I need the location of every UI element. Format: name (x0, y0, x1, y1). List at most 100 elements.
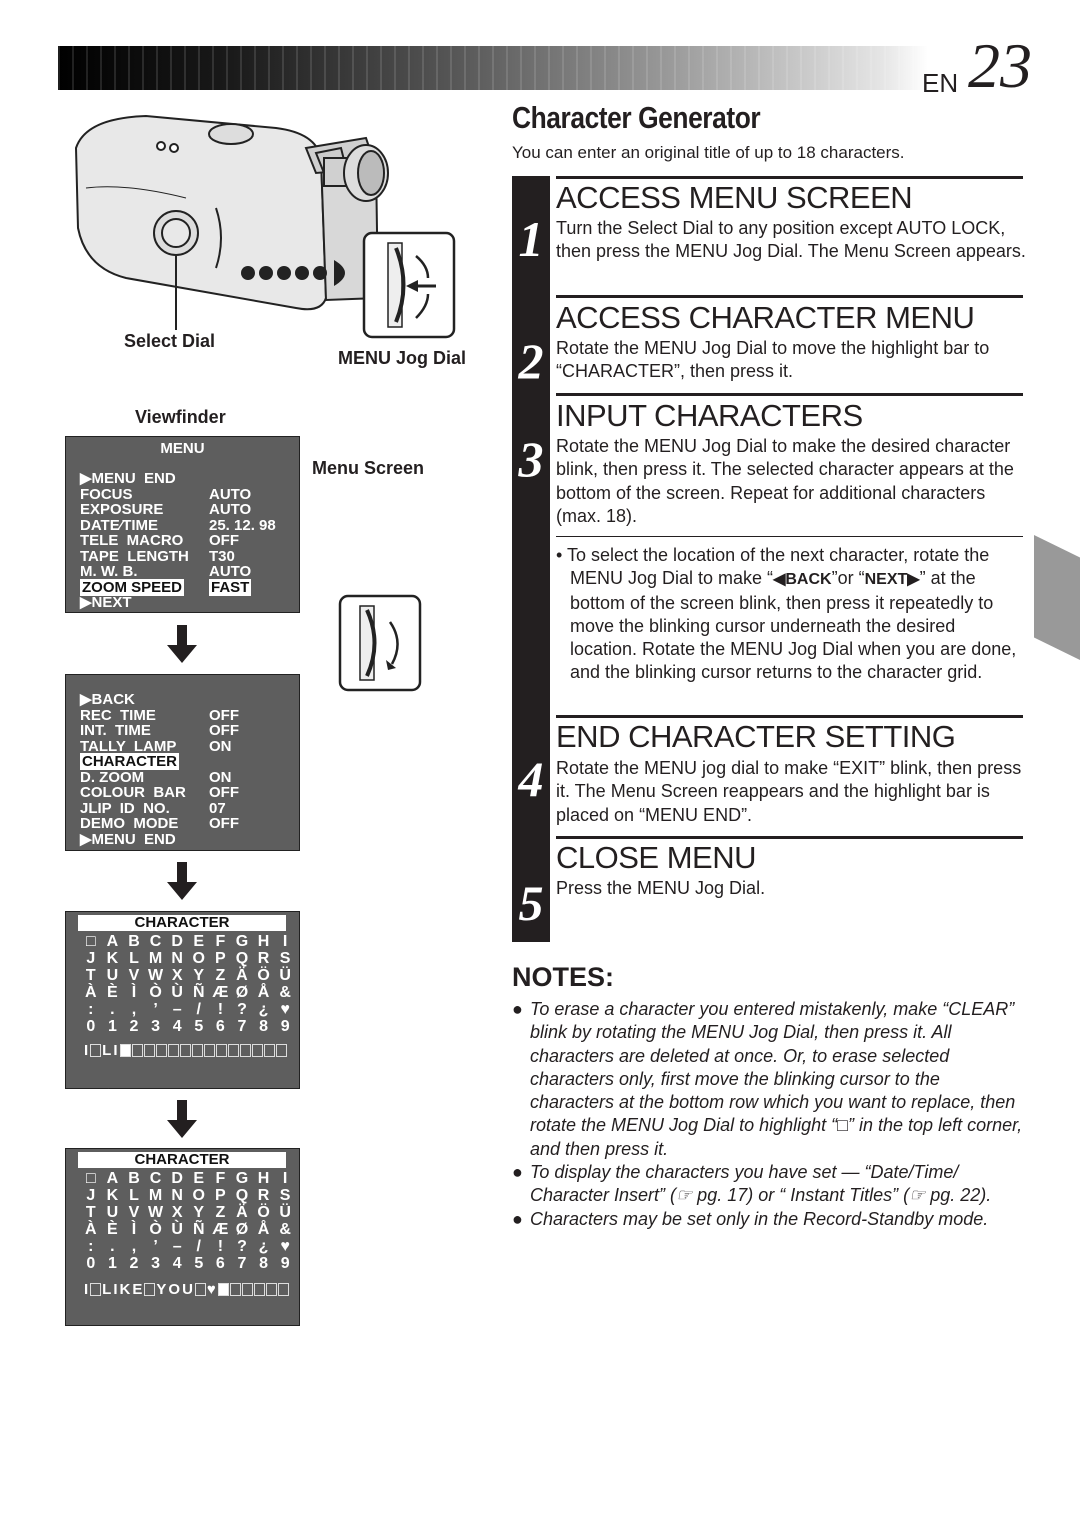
osd-character-cell[interactable]: ! (210, 1238, 232, 1255)
osd-character-cell[interactable]: Ü (274, 1204, 296, 1221)
osd-character-cell[interactable]: R (253, 1187, 275, 1204)
osd-character-cell[interactable]: Æ (210, 984, 232, 1001)
osd-next-option[interactable]: NEXT▶ (97, 1339, 149, 1356)
osd-character-cell[interactable]: Y (188, 967, 210, 984)
osd-character-cell[interactable]: E (188, 933, 210, 950)
osd-character-cell[interactable]: N (166, 950, 188, 967)
osd-character-cell[interactable]: A (102, 933, 124, 950)
osd-character-cell[interactable]: ♥ (274, 1238, 296, 1255)
osd-character-cell[interactable]: H (253, 933, 275, 950)
osd-menu-item[interactable]: FOCUS (80, 486, 133, 503)
osd-character-cell[interactable]: F (210, 1170, 232, 1187)
osd-character-cell[interactable]: Q (231, 950, 253, 967)
osd-character-cell[interactable]: W (145, 967, 167, 984)
osd-character-cell[interactable]: L (123, 1187, 145, 1204)
osd-character-cell[interactable]: U (102, 1204, 124, 1221)
osd-menu-item[interactable]: M. W. B. (80, 564, 138, 580)
osd-character-cell[interactable]: 5 (188, 1018, 210, 1035)
osd-character-cell[interactable]: Ò (145, 984, 167, 1001)
osd-character-cell[interactable]: Ì (123, 984, 145, 1001)
osd-character-cell[interactable]: ? (231, 1238, 253, 1255)
osd-menu-item[interactable]: ▶MENU END (80, 831, 176, 848)
osd-exit-option[interactable]: EXIT (97, 1117, 130, 1134)
osd-exit-option[interactable]: EXIT (97, 1355, 130, 1372)
osd-menu-item[interactable]: ▶NEXT (80, 595, 132, 611)
osd-character-cell[interactable]: K (102, 950, 124, 967)
osd-character-cell[interactable]: 7 (231, 1018, 253, 1035)
osd-character-cell[interactable]: K (102, 1187, 124, 1204)
osd-character-cell[interactable]: 0 (80, 1255, 102, 1272)
osd-character-cell[interactable]: Ò (145, 1221, 167, 1238)
osd-character-cell[interactable]: R (253, 950, 275, 967)
osd-character-cell[interactable]: A (102, 1170, 124, 1187)
osd-character-cell[interactable]: 4 (166, 1018, 188, 1035)
osd-menu-item[interactable]: ZOOM SPEED (80, 578, 185, 596)
osd-character-cell[interactable]: 9 (274, 1018, 296, 1035)
osd-character-cell[interactable]: H (253, 1170, 275, 1187)
osd-menu-item[interactable]: D. ZOOM (80, 769, 144, 786)
osd-menu-item[interactable]: TAPE LENGTH (80, 548, 189, 565)
osd-character-cell[interactable]: . (102, 1238, 124, 1255)
osd-character-cell[interactable]: Ü (274, 967, 296, 984)
osd-character-cell[interactable]: 5 (188, 1255, 210, 1272)
osd-character-cell[interactable]: ’ (145, 1001, 167, 1018)
osd-character-cell[interactable]: Ñ (188, 1221, 210, 1238)
osd-character-cell[interactable]: T (80, 967, 102, 984)
osd-character-cell[interactable]: V (123, 1204, 145, 1221)
osd-character-cell[interactable]: 3 (145, 1255, 167, 1272)
osd-character-cell[interactable]: B (123, 1170, 145, 1187)
osd-character-cell[interactable]: Ä (231, 967, 253, 984)
osd-character-cell[interactable]: Z (210, 967, 232, 984)
osd-character-cell[interactable]: 9 (274, 1255, 296, 1272)
osd-character-cell[interactable]: 0 (80, 1018, 102, 1035)
osd-character-cell[interactable]: ! (210, 1001, 232, 1018)
osd-character-cell[interactable]: O (188, 1187, 210, 1204)
osd-clear-option[interactable]: CLEAR (130, 1355, 182, 1372)
osd-character-cell[interactable]: X (166, 1204, 188, 1221)
osd-character-cell[interactable]: ♥ (274, 1001, 296, 1018)
osd-character-cell[interactable]: . (102, 1001, 124, 1018)
osd-character-cell[interactable]: □ (80, 1170, 102, 1187)
osd-character-cell[interactable]: Ø (231, 1221, 253, 1238)
osd-character-cell[interactable]: D (166, 1170, 188, 1187)
osd-character-cell[interactable]: I (274, 933, 296, 950)
osd-character-cell[interactable]: 6 (210, 1255, 232, 1272)
osd-menu-item[interactable]: TALLY LAMP (80, 738, 176, 755)
osd-character-cell[interactable]: , (123, 1238, 145, 1255)
osd-character-cell[interactable]: / (188, 1001, 210, 1018)
osd-character-cell[interactable]: Ù (166, 984, 188, 1001)
osd-menu-item[interactable]: JLIP ID NO. (80, 800, 170, 817)
osd-character-cell[interactable]: L (123, 950, 145, 967)
osd-character-cell[interactable]: È (102, 1221, 124, 1238)
osd-character-cell[interactable]: M (145, 1187, 167, 1204)
osd-character-cell[interactable]: B (123, 933, 145, 950)
osd-character-cell[interactable]: Ì (123, 1221, 145, 1238)
osd-character-cell[interactable]: 7 (231, 1255, 253, 1272)
osd-character-cell[interactable]: D (166, 933, 188, 950)
osd-character-cell[interactable]: Ö (253, 1204, 275, 1221)
osd-character-cell[interactable]: E (188, 1170, 210, 1187)
osd-character-cell[interactable]: ¿ (253, 1238, 275, 1255)
osd-character-cell[interactable]: – (166, 1001, 188, 1018)
osd-character-cell[interactable]: À (80, 1221, 102, 1238)
osd-character-cell[interactable]: V (123, 967, 145, 984)
osd-character-cell[interactable]: N (166, 1187, 188, 1204)
osd-character-cell[interactable]: □ (80, 933, 102, 950)
osd-character-cell[interactable]: G (231, 933, 253, 950)
osd-character-cell[interactable]: O (188, 950, 210, 967)
osd-character-cell[interactable]: Æ (210, 1221, 232, 1238)
osd-menu-item[interactable]: DATE⁄TIME (80, 517, 158, 534)
osd-character-cell[interactable]: I (274, 1170, 296, 1187)
osd-menu-item[interactable]: DEMO MODE (80, 816, 178, 832)
osd-character-cell[interactable]: G (231, 1170, 253, 1187)
osd-character-cell[interactable]: P (210, 950, 232, 967)
osd-menu-item[interactable]: TELE MACRO (80, 533, 183, 549)
osd-character-cell[interactable]: Ñ (188, 984, 210, 1001)
osd-next-option[interactable]: NEXT▶ (97, 1101, 149, 1118)
osd-character-cell[interactable]: S (274, 950, 296, 967)
osd-character-cell[interactable]: & (274, 984, 296, 1001)
osd-character-cell[interactable]: Y (188, 1204, 210, 1221)
osd-menu-item[interactable]: ▶BACK (80, 692, 135, 708)
osd-character-cell[interactable]: Ö (253, 967, 275, 984)
osd-menu-item[interactable]: ▶MENU END (80, 471, 176, 487)
